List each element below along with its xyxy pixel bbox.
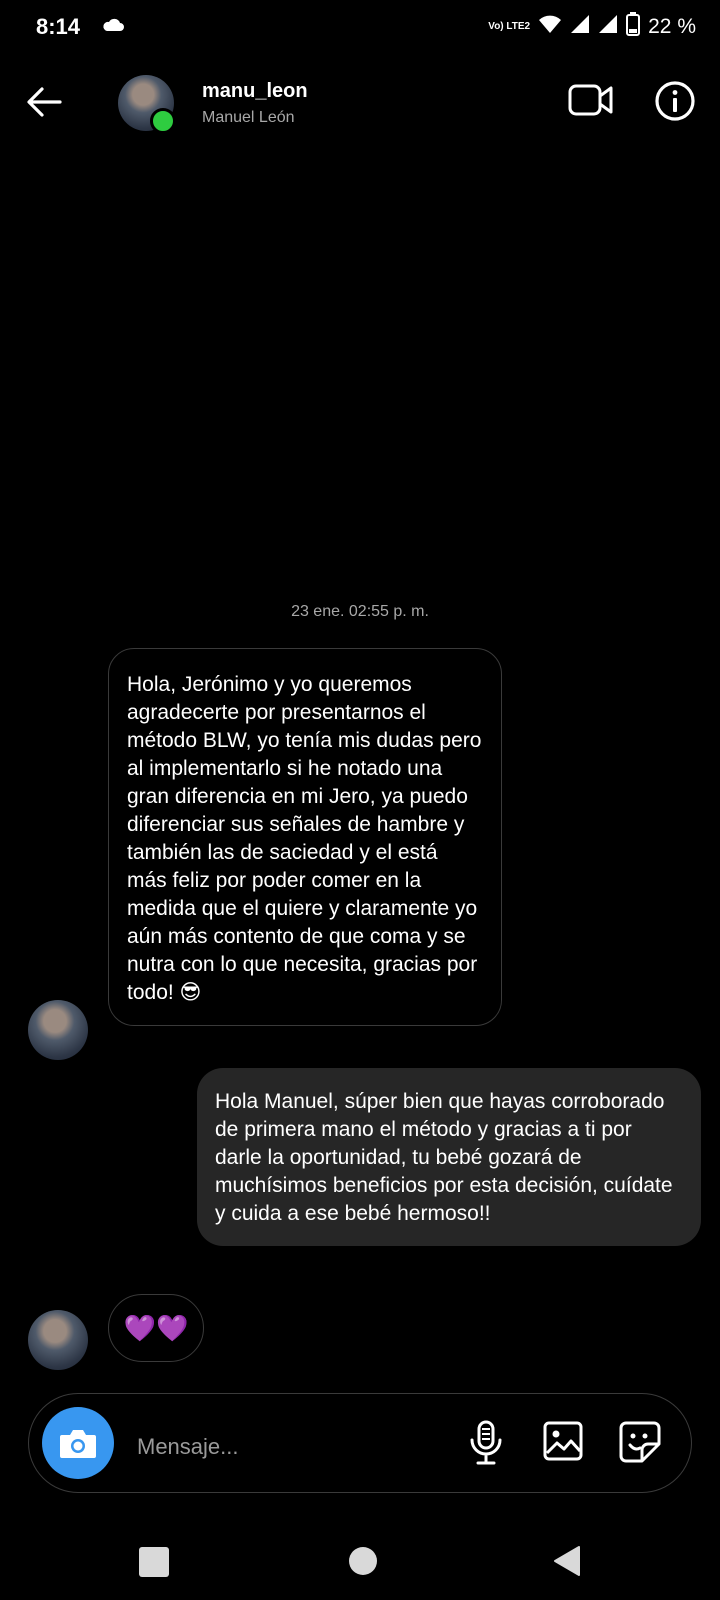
incoming-message-text: Hola, Jerónimo y yo queremos agradecerte… (127, 673, 482, 1004)
sticker-icon (619, 1421, 661, 1463)
home-button[interactable] (349, 1547, 377, 1575)
gallery-icon (543, 1421, 583, 1461)
username[interactable]: manu_leon (202, 80, 308, 103)
reaction-message-bubble[interactable]: 💜💜 (108, 1294, 204, 1362)
message-timestamp: 23 ene. 02:55 p. m. (291, 603, 429, 620)
outgoing-message-bubble[interactable]: Hola Manuel, súper bien que hayas corrob… (197, 1068, 701, 1246)
info-icon (655, 81, 695, 121)
mic-icon (470, 1420, 502, 1465)
info-button[interactable] (654, 80, 696, 127)
reaction-hearts: 💜💜 (123, 1312, 189, 1343)
camera-button[interactable] (42, 1407, 114, 1479)
back-arrow-icon (27, 87, 62, 117)
message-input[interactable] (135, 1429, 419, 1465)
camera-icon (60, 1430, 96, 1458)
triangle-back-icon (554, 1546, 580, 1576)
outgoing-message-text: Hola Manuel, súper bien que hayas corrob… (215, 1090, 673, 1225)
sender-avatar-2[interactable] (28, 1310, 88, 1370)
wifi-icon (538, 14, 562, 40)
real-name: Manuel León (202, 109, 295, 126)
cloud-icon (102, 18, 124, 37)
battery-percent: 22 % (648, 15, 696, 38)
system-back-button[interactable] (553, 1545, 581, 1582)
status-icons: Vo) LTE2 22 % (488, 12, 696, 42)
volte-label: Vo) LTE2 (488, 21, 531, 32)
sender-avatar[interactable] (28, 1000, 88, 1060)
status-time: 8:14 (36, 14, 81, 39)
recents-button[interactable] (139, 1547, 169, 1577)
online-indicator (150, 108, 176, 134)
video-call-button[interactable] (568, 80, 614, 125)
battery-icon (626, 12, 641, 42)
signal-icon-2 (598, 14, 618, 40)
incoming-message-bubble[interactable]: Hola, Jerónimo y yo queremos agradecerte… (108, 648, 502, 1026)
back-button[interactable] (26, 86, 62, 123)
signal-icon (570, 14, 590, 40)
mic-button[interactable] (468, 1420, 504, 1471)
sticker-button[interactable] (618, 1420, 662, 1469)
video-call-icon (568, 84, 613, 116)
gallery-button[interactable] (542, 1420, 584, 1467)
